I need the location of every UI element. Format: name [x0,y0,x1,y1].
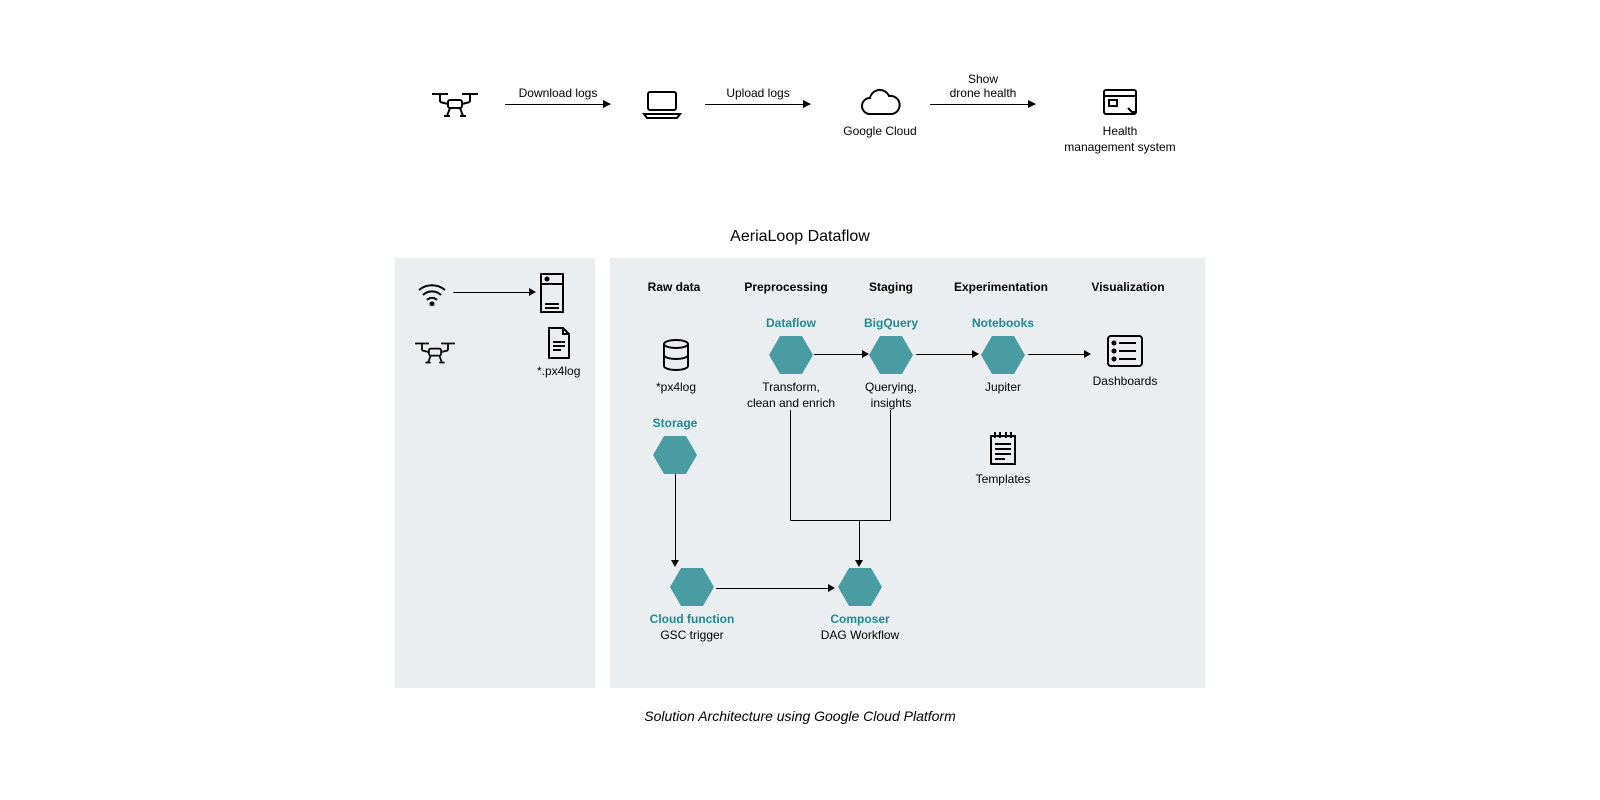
dataflow-sub: Transform, clean and enrich [746,380,836,411]
arr-nb-dash [1028,354,1084,355]
arr-join-down [859,520,860,560]
arrow-download-label: Download logs [519,86,598,100]
arr-cf-comp-head [828,584,835,592]
db-node: *px4log [648,338,704,396]
drone-icon [413,340,457,366]
arr-join-head [855,560,863,567]
arr-df-down [790,410,791,520]
composer-sub: DAG Workflow [810,628,910,644]
arr-storage-cf-head [671,560,679,567]
arrow-health-label: Show drone health [950,72,1017,101]
notepad-icon [987,430,1019,466]
storage-node: Storage [642,416,708,474]
database-icon [660,338,692,374]
server-icon [539,272,565,314]
col-pre: Preprocessing [736,280,836,294]
right-panel: Raw data Preprocessing Staging Experimen… [610,258,1205,688]
hexagon-icon [670,568,714,606]
cloud-icon [856,88,904,120]
arrow-download [505,104,610,105]
file-icon [545,326,573,360]
cloud-node: Google Cloud [840,88,920,138]
dataflow-node: Dataflow Transform, clean and enrich [746,316,836,411]
cloudfn-sub: GSC trigger [642,628,742,644]
drone-node [430,90,480,120]
arr-df-bq-head [862,350,869,358]
figure-caption: Solution Architecture using Google Cloud… [644,708,956,724]
section-title: AeriaLoop Dataflow [730,228,870,246]
arr-bq-down [890,410,891,520]
laptop-icon [640,88,684,120]
cloud-label: Google Cloud [840,124,920,138]
top-flow: Download logs Upload logs Google Cloud S… [430,80,1190,190]
nb-sub: Jupiter [966,380,1040,396]
arr-bq-nb [916,354,972,355]
templates-label: Templates [968,472,1038,488]
hms-node: Health management system [1060,86,1180,155]
dash-label: Dashboards [1084,374,1166,390]
arrow-upload [705,104,810,105]
templates-node: Templates [968,430,1038,488]
col-raw: Raw data [634,280,714,294]
bq-sub: Querying, insights [856,380,926,411]
hexagon-icon [869,336,913,374]
wifi-icon [417,282,447,306]
cloudfn-node: Cloud function GSC trigger [642,568,742,644]
nb-teal: Notebooks [966,316,1040,330]
arrow-upload-label: Upload logs [726,86,789,100]
hexagon-icon [981,336,1025,374]
arr-bq-nb-head [972,350,979,358]
dashboards-node: Dashboards [1084,334,1166,390]
arrow-health [930,104,1035,105]
file-label: *.px4log [537,364,580,378]
dataflow-teal: Dataflow [746,316,836,330]
arr-storage-cf [675,474,676,560]
drone-icon [430,90,480,120]
hexagon-icon [769,336,813,374]
arr-join [790,520,891,521]
col-viz: Visualization [1078,280,1178,294]
storage-teal: Storage [642,416,708,430]
cloudfn-teal: Cloud function [642,612,742,626]
wifi-arrowhead [529,288,536,296]
left-panel: *.px4log [395,258,595,688]
laptop-node [640,88,684,120]
dashboards-icon [1106,334,1144,368]
wifi-arrow [453,292,529,293]
col-exp: Experimentation [946,280,1056,294]
file-node: *.px4log [537,326,580,378]
drone2-node [413,340,457,366]
dashboard-icon [1100,86,1140,120]
arr-df-bq [814,354,862,355]
hexagon-icon [653,436,697,474]
hexagon-icon [838,568,882,606]
server-node [539,272,565,314]
col-stg: Staging [856,280,926,294]
bq-teal: BigQuery [856,316,926,330]
db-label: *px4log [648,380,704,396]
arr-cf-comp [716,588,828,589]
composer-node: Composer DAG Workflow [810,568,910,644]
bigquery-node: BigQuery Querying, insights [856,316,926,411]
arr-nb-dash-head [1084,350,1091,358]
wifi-node [417,282,447,306]
composer-teal: Composer [810,612,910,626]
hms-label: Health management system [1060,124,1180,155]
